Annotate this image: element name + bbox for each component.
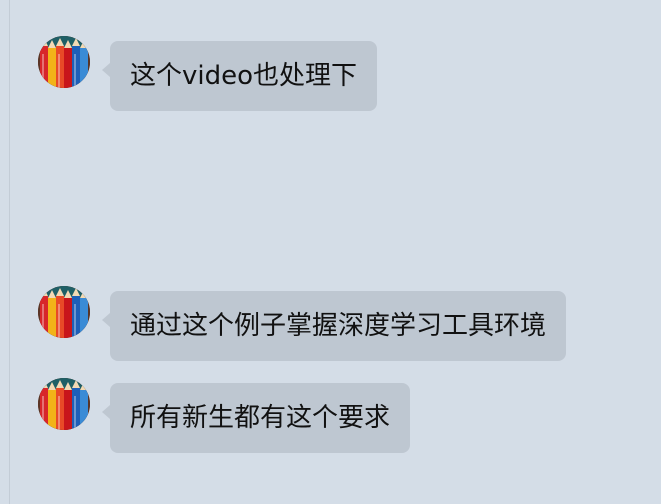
avatar[interactable] <box>38 36 90 88</box>
message-bubble[interactable]: 这个video也处理下 <box>101 41 378 111</box>
left-divider <box>9 0 10 504</box>
avatar[interactable] <box>38 378 90 430</box>
colored-pencils-icon <box>38 286 90 338</box>
message-bubble[interactable]: 所有新生都有这个要求 <box>101 383 411 453</box>
colored-pencils-icon <box>38 36 90 88</box>
colored-pencils-icon <box>38 378 90 430</box>
avatar[interactable] <box>38 286 90 338</box>
message-bubble[interactable]: 通过这个例子掌握深度学习工具环境 <box>101 291 567 361</box>
